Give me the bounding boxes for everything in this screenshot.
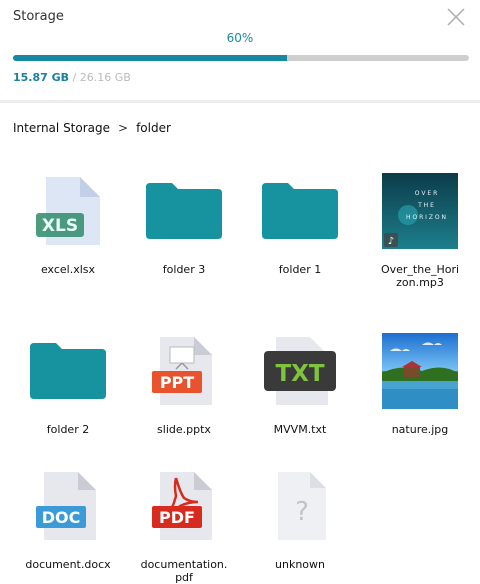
folder-item[interactable]: folder 1 [244,173,356,276]
doc-file-icon: DOC [30,468,106,544]
svg-text:TXT: TXT [275,361,324,387]
file-item[interactable]: nature.jpg [364,333,476,436]
svg-text:DOC: DOC [42,508,81,527]
file-name: folder 2 [46,423,90,436]
file-name: MVVM.txt [273,423,327,436]
pdf-file-icon: PDF [146,468,222,544]
svg-text:?: ? [295,497,309,527]
storage-progress-bar [13,55,469,61]
xls-file-icon: XLS [30,173,106,249]
txt-file-icon: TXT [262,333,338,409]
file-name: slide.pptx [157,423,211,436]
svg-text:T H E: T H E [417,202,434,209]
folder-item[interactable]: folder 2 [12,333,124,436]
breadcrumb-separator: > [118,121,129,135]
storage-progress-fill [13,55,287,61]
storage-percent: 60% [226,31,254,45]
svg-text:O V E R: O V E R [415,190,438,197]
breadcrumb-current[interactable]: folder [136,121,171,135]
svg-text:♪: ♪ [388,236,394,247]
ppt-file-icon: PPT [146,333,222,409]
file-name: document.docx [25,558,111,571]
album-art-thumbnail: O V E R T H E H O R I Z O N ♪ [382,173,458,249]
folder-icon [262,173,338,249]
file-item[interactable]: PPT slide.pptx [128,333,240,436]
breadcrumb-root[interactable]: Internal Storage [13,121,110,135]
file-name: folder 3 [162,263,206,276]
used-space: 15.87 GB [13,71,70,84]
folder-item[interactable]: folder 3 [128,173,240,276]
image-thumbnail [382,333,458,409]
breadcrumb: Internal Storage > folder [13,121,171,135]
svg-text:XLS: XLS [42,216,78,236]
svg-text:PPT: PPT [160,373,194,392]
file-item[interactable]: PDF documentation. pdf [128,468,240,584]
file-name: folder 1 [278,263,322,276]
divider [0,100,480,103]
total-space: / 26.16 GB [69,71,131,84]
folder-icon [146,173,222,249]
storage-header: Storage 60% 15.87 GB / 26.16 GB [0,0,480,100]
unknown-file-icon: ? [262,468,338,544]
folder-icon [30,333,106,409]
file-item[interactable]: ? unknown [244,468,356,571]
file-name: excel.xlsx [40,263,96,276]
file-name: documentation. pdf [140,558,228,584]
file-item[interactable]: TXT MVVM.txt [244,333,356,436]
svg-text:PDF: PDF [159,508,195,527]
file-name: nature.jpg [391,423,449,436]
storage-usage: 15.87 GB / 26.16 GB [13,71,131,84]
file-name: unknown [275,558,325,571]
svg-text:H O R I Z O N: H O R I Z O N [406,214,446,221]
storage-title: Storage [13,9,64,24]
close-icon[interactable] [446,7,466,27]
file-item[interactable]: O V E R T H E H O R I Z O N ♪ Over_the_H… [364,173,476,289]
file-name: Over_the_Hori zon.mp3 [380,263,460,289]
file-item[interactable]: XLS excel.xlsx [12,173,124,276]
file-item[interactable]: DOC document.docx [12,468,124,571]
